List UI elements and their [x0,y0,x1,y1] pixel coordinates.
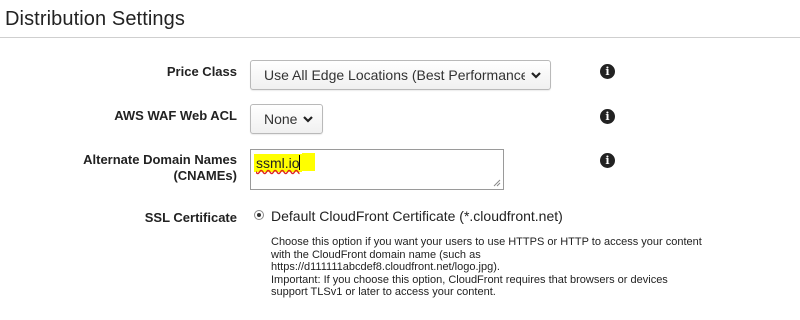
section-title: Distribution Settings [5,8,185,30]
price-class-label: Price Class [166,64,237,79]
help-line: Choose this option if you want your user… [271,236,702,248]
resize-handle-icon[interactable] [493,179,501,187]
help-line: Important: If you choose this option, Cl… [271,273,668,286]
help-line: https://d111111abcdef8.cloudfront.net/lo… [271,261,500,273]
waf-select[interactable]: None [250,104,323,134]
ssl-default-label[interactable]: Default CloudFront Certificate (*.cloudf… [271,208,563,224]
price-class-value: Use All Edge Locations (Best Performance… [264,67,525,83]
chevron-down-icon [531,72,541,79]
info-icon[interactable]: i [600,64,615,79]
help-line: with the CloudFront domain name (such as [271,248,481,261]
cnames-label-line2: (CNAMEs) [173,168,237,183]
text-highlight [302,153,315,171]
cnames-label-line1: Alternate Domain Names [83,152,237,167]
section-divider [0,37,800,38]
cnames-value: ssml.io [254,154,302,172]
waf-value: None [264,111,297,127]
ssl-default-help: Choose this option if you want your user… [271,236,711,299]
text-caret [299,155,300,170]
price-class-select[interactable]: Use All Edge Locations (Best Performance… [250,60,551,90]
help-line: support TLSv1 or later to access your co… [271,286,496,298]
info-icon[interactable]: i [600,153,615,168]
cnames-textarea[interactable]: ssml.io [250,149,504,190]
info-icon[interactable]: i [600,109,615,124]
ssl-default-radio[interactable] [254,210,264,220]
ssl-label: SSL Certificate [144,210,237,225]
waf-label: AWS WAF Web ACL [114,108,237,123]
cnames-label: Alternate Domain Names (CNAMEs) [17,152,237,184]
chevron-down-icon [303,116,313,123]
